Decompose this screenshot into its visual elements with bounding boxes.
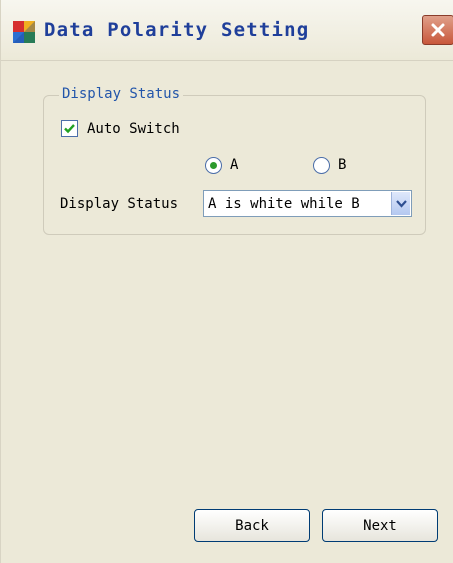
window-title: Data Polarity Setting xyxy=(44,19,310,41)
auto-switch-checkbox[interactable] xyxy=(61,120,78,137)
dropdown-arrow-button[interactable] xyxy=(391,192,410,215)
checkmark-icon xyxy=(64,124,75,134)
next-button[interactable]: Next xyxy=(322,509,438,542)
close-button[interactable] xyxy=(422,15,453,45)
radio-selected-dot xyxy=(210,162,217,169)
select-value: A is white while B xyxy=(208,196,360,212)
radio-b[interactable] xyxy=(313,157,330,174)
dialog-window: Data Polarity Setting Display Status Aut… xyxy=(0,0,453,563)
radio-a[interactable] xyxy=(205,157,222,174)
close-icon xyxy=(431,23,445,37)
back-button[interactable]: Back xyxy=(194,509,310,542)
app-icon xyxy=(13,21,35,43)
radio-b-label: B xyxy=(338,157,347,173)
display-status-select[interactable]: A is white while B xyxy=(203,190,412,217)
display-status-label: Display Status xyxy=(60,196,179,212)
group-legend: Display Status xyxy=(59,86,184,102)
auto-switch-label: Auto Switch xyxy=(87,121,180,137)
radio-a-label: A xyxy=(230,157,239,173)
chevron-down-icon xyxy=(395,200,407,208)
title-bar: Data Polarity Setting xyxy=(1,0,453,61)
